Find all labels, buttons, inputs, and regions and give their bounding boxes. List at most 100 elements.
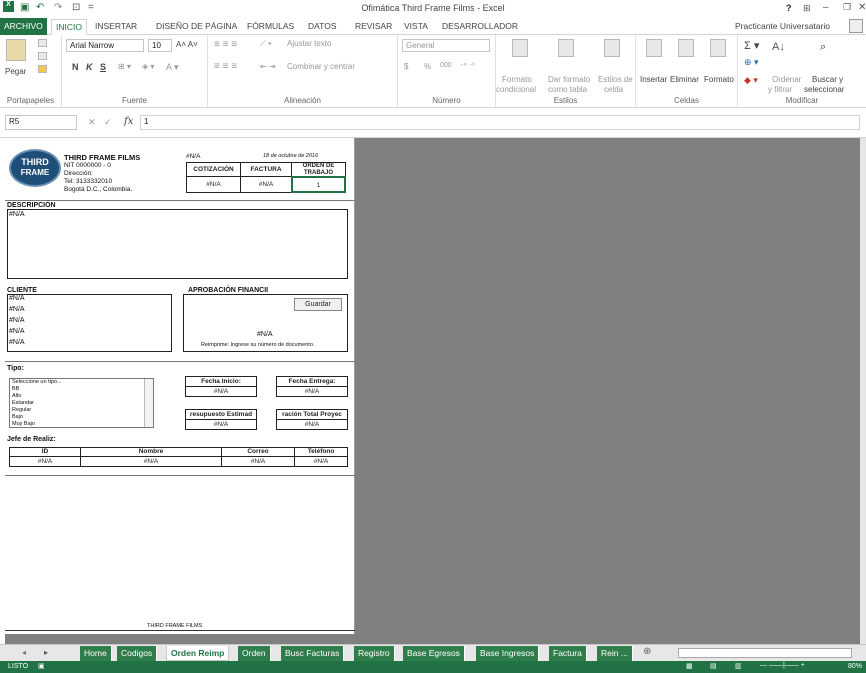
cond-format-label2[interactable]: condicional	[496, 85, 536, 94]
indent-icon[interactable]: ⇤ ⇥	[260, 62, 276, 71]
underline-button[interactable]: S	[100, 62, 106, 72]
delete-button[interactable]: Eliminar	[670, 75, 699, 84]
copy-icon[interactable]	[38, 52, 47, 60]
sheet-tab[interactable]: Codigos	[117, 646, 158, 661]
sheet-tab[interactable]: Rein ...	[597, 646, 633, 661]
find-label1[interactable]: Buscar y	[812, 75, 843, 84]
conditional-format-icon[interactable]	[512, 39, 528, 57]
sheet-tab[interactable]: Factura	[549, 646, 587, 661]
tab-diseno[interactable]: DISEÑO DE PÁGINA	[156, 21, 237, 31]
avatar[interactable]	[849, 19, 863, 33]
delete-cells-icon[interactable]	[678, 39, 694, 57]
insert-cells-icon[interactable]	[646, 39, 662, 57]
format-painter-icon[interactable]	[38, 65, 47, 73]
normal-view-icon[interactable]: ▦	[686, 662, 693, 670]
tipo-option[interactable]: BB	[12, 386, 19, 392]
close-icon[interactable]: ✕	[858, 2, 866, 13]
insert-function-button[interactable]: fx	[124, 116, 133, 127]
page-layout-icon[interactable]: ▤	[710, 662, 717, 670]
tab-insertar[interactable]: INSERTAR	[95, 21, 137, 31]
sheet-tab[interactable]: Busc Facturas	[281, 646, 345, 661]
tab-datos[interactable]: DATOS	[308, 21, 337, 31]
zoom-slider[interactable]: — ——|—— +	[760, 662, 805, 669]
help-icon[interactable]: ?	[786, 3, 792, 13]
insert-button[interactable]: Insertar	[640, 75, 667, 84]
tipo-option[interactable]: Muy Bajo	[12, 421, 35, 427]
tipo-option[interactable]: Alto	[12, 393, 21, 399]
cell-styles-icon[interactable]	[604, 39, 620, 57]
font-color-icon[interactable]: A ▾	[166, 62, 179, 73]
zoom-level[interactable]: 80%	[848, 663, 862, 670]
sort-filter-icon[interactable]: A↓	[772, 41, 785, 53]
format-cells-icon[interactable]	[710, 39, 726, 57]
prev-sheet-icon[interactable]: ◂	[22, 648, 26, 657]
sheet-tab[interactable]: Base Egresos	[403, 646, 465, 661]
listbox-scrollbar[interactable]	[144, 379, 153, 427]
cut-icon[interactable]	[38, 39, 47, 47]
format-table-icon[interactable]	[558, 39, 574, 57]
selected-cell[interactable]: 1	[291, 176, 346, 193]
decimal-icon[interactable]: ⁺⁰ ⁻⁰	[460, 62, 475, 70]
tipo-option[interactable]: Regular	[12, 407, 31, 413]
tipo-option[interactable]: Estandar	[12, 400, 34, 406]
tipo-option[interactable]: Seleccione un tipo...	[12, 379, 62, 385]
as-table-label1[interactable]: Dar formato	[548, 75, 590, 84]
sheet-tab[interactable]: Orden	[238, 646, 271, 661]
add-sheet-icon[interactable]: ⊕	[643, 646, 651, 657]
sheet-tab-active[interactable]: Orden Reimp	[166, 646, 230, 661]
tab-formulas[interactable]: FÓRMULAS	[247, 21, 294, 31]
paste-button[interactable]: Pegar	[5, 67, 26, 76]
tab-archivo[interactable]: ARCHIVO	[0, 18, 47, 35]
borders-icon[interactable]: ⊞ ▾	[118, 62, 131, 71]
vertical-scrollbar[interactable]	[860, 138, 866, 644]
guardar-button[interactable]: Guardar	[294, 298, 342, 311]
formula-input[interactable]: 1	[140, 115, 860, 130]
wrap-text-button[interactable]: Ajustar texto	[287, 39, 331, 48]
thousands-button[interactable]: 000	[440, 62, 452, 69]
sort-label1[interactable]: Ordenar	[772, 75, 801, 84]
currency-button[interactable]: $	[404, 62, 408, 71]
align-left-icon[interactable]: ≡ ≡ ≡	[214, 61, 237, 72]
font-size-select[interactable]: 10	[148, 39, 172, 52]
restore-icon[interactable]: ❐	[843, 2, 851, 13]
clear-icon[interactable]: ◆ ▾	[744, 75, 758, 86]
cond-format-label1[interactable]: Formato	[502, 75, 532, 84]
merge-center-button[interactable]: Combinar y centrar	[287, 62, 355, 71]
as-table-label2[interactable]: como tabla	[548, 85, 587, 94]
paste-icon[interactable]	[6, 39, 26, 61]
italic-button[interactable]: K	[86, 62, 93, 72]
sheet-tab[interactable]: Home	[80, 646, 112, 661]
percent-button[interactable]: %	[424, 62, 431, 71]
tipo-listbox[interactable]: Seleccione un tipo... BB Alto Estandar R…	[9, 378, 154, 428]
autosum-icon[interactable]: Σ ▾	[744, 39, 759, 52]
font-name-select[interactable]: Arial Narrow	[66, 39, 144, 52]
tab-vista[interactable]: VISTA	[404, 21, 428, 31]
tab-desarrollador[interactable]: DESARROLLADOR	[442, 21, 518, 31]
cancel-icon[interactable]: ✕	[88, 117, 96, 128]
description-box[interactable]: #N/A	[7, 209, 348, 279]
sheet-tab[interactable]: Registro	[354, 646, 395, 661]
page-break-icon[interactable]: ▥	[735, 662, 742, 670]
find-label2[interactable]: seleccionar	[804, 85, 844, 94]
enter-icon[interactable]: ✓	[104, 117, 112, 128]
grow-font-icon[interactable]: A˄ A˅	[176, 40, 198, 49]
horizontal-scrollbar[interactable]	[678, 648, 852, 658]
fill-color-icon[interactable]: ◈ ▾	[142, 62, 154, 71]
macro-record-icon[interactable]: ▣	[38, 662, 45, 670]
find-icon[interactable]: ⌕	[820, 41, 826, 54]
sheet-tab[interactable]: Base Ingresos	[476, 646, 540, 661]
align-top-icon[interactable]: ≡ ≡ ≡	[214, 39, 237, 50]
orientation-icon[interactable]: ⟋ ▾	[260, 39, 272, 49]
number-format-select[interactable]: General	[402, 39, 490, 52]
user-name[interactable]: Practicante Universatario	[735, 21, 830, 31]
tipo-option[interactable]: Bajo	[12, 414, 23, 420]
cell-styles-label1[interactable]: Estilos de	[598, 75, 633, 84]
tab-inicio[interactable]: INICIO	[51, 19, 87, 35]
minimize-icon[interactable]: –	[823, 2, 829, 13]
bold-button[interactable]: N	[72, 62, 79, 72]
sort-label2[interactable]: y filtrar	[768, 85, 792, 94]
fill-icon[interactable]: ⊕ ▾	[744, 57, 759, 68]
format-button[interactable]: Formato	[704, 75, 734, 84]
tab-revisar[interactable]: REVISAR	[355, 21, 392, 31]
name-box[interactable]: R5	[5, 115, 77, 130]
